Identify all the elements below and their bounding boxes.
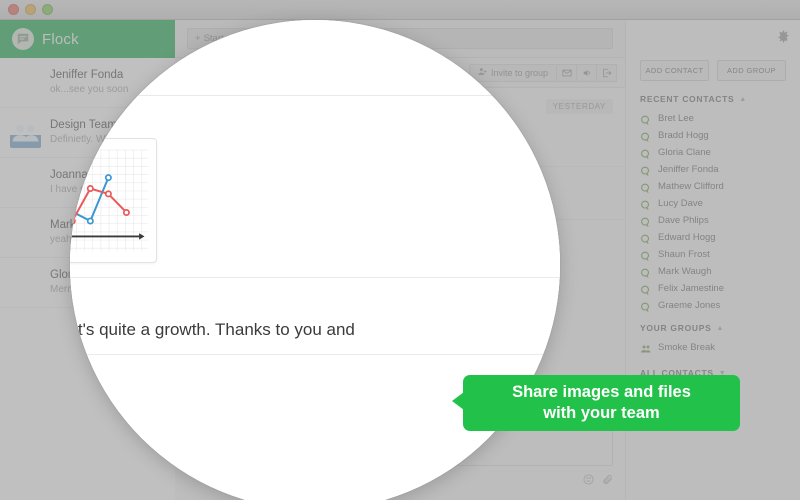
- contact-name: Dave Phlips: [658, 215, 709, 226]
- message-text: Wow! That's quite a growth. Thanks to yo…: [70, 320, 355, 339]
- speech-bubble-icon: [640, 181, 651, 193]
- list-item[interactable]: Shaun Frost: [626, 246, 800, 263]
- callout-line-1: Share images and files: [512, 383, 691, 401]
- chevron-up-icon: ▲: [739, 95, 747, 103]
- avatar: [10, 267, 41, 298]
- minimize-button[interactable]: [25, 4, 36, 15]
- right-sidebar-top: [626, 20, 800, 58]
- list-item[interactable]: Gloria Clane: [626, 144, 800, 161]
- list-item[interactable]: Smoke Break: [626, 339, 800, 356]
- speech-bubble-icon: [640, 130, 651, 142]
- close-button[interactable]: [8, 4, 19, 15]
- list-item[interactable]: Graeme Jones: [626, 297, 800, 314]
- add-contact-button[interactable]: ADD CONTACT: [640, 60, 709, 81]
- section-header-recent-contacts[interactable]: RECENT CONTACTS ▲: [626, 91, 800, 110]
- contact-name: Lucy Dave: [658, 198, 703, 209]
- list-item[interactable]: Jeniffer Fonda: [626, 161, 800, 178]
- your-groups-list[interactable]: Smoke Break: [626, 339, 800, 356]
- list-item[interactable]: Felix Jamestine: [626, 280, 800, 297]
- chevron-up-icon: ▲: [716, 324, 724, 332]
- recent-contacts-list[interactable]: Bret Lee Bradd Hogg Gloria Clane Jeniffer F…: [626, 110, 800, 314]
- zoom-top-snippet: en better than last year.: [70, 24, 186, 47]
- list-item[interactable]: Lucy Dave: [626, 195, 800, 212]
- contact-name: Gloria Clane: [658, 147, 711, 158]
- list-item[interactable]: Bret Lee: [626, 110, 800, 127]
- file-attachment-card[interactable]: sales_data... 320 KB: [70, 397, 99, 497]
- zoom-conversation-header: Invite to group: [70, 58, 560, 96]
- list-item[interactable]: Bradd Hogg: [626, 127, 800, 144]
- zoom-button[interactable]: [42, 4, 53, 15]
- section-title: YOUR GROUPS: [640, 323, 712, 333]
- contact-name: Shaun Frost: [658, 249, 710, 260]
- speech-bubble-icon: [640, 249, 651, 261]
- callout-tooltip: Share images and files with your team: [452, 375, 740, 431]
- speech-bubble-icon: [640, 266, 651, 278]
- attach-icon[interactable]: [602, 472, 613, 490]
- contact-name: Bradd Hogg: [658, 130, 709, 141]
- message-sender: Joanna: [70, 110, 157, 132]
- contact-name: Edward Hogg: [658, 232, 716, 243]
- list-item[interactable]: Edward Hogg: [626, 229, 800, 246]
- contact-name: Smoke Break: [658, 342, 716, 353]
- emoji-icon[interactable]: [583, 472, 594, 490]
- file-name: sales_data...: [70, 453, 86, 468]
- group-icon: [640, 342, 651, 353]
- add-group-button[interactable]: ADD GROUP: [717, 60, 786, 81]
- speech-bubble-icon: [640, 164, 651, 176]
- message-sender: Bradley: [70, 292, 355, 314]
- speech-bubble-icon: [640, 113, 651, 125]
- contact-name: Mathew Clifford: [658, 181, 724, 192]
- contact-name: Bret Lee: [658, 113, 694, 124]
- speech-bubble-icon: [640, 215, 651, 227]
- speech-bubble-icon: [640, 283, 651, 295]
- mail-icon[interactable]: [557, 63, 577, 82]
- contact-name: Felix Jamestine: [658, 283, 724, 294]
- right-sidebar-actions: ADD CONTACT ADD GROUP: [626, 58, 800, 91]
- window-titlebar: [0, 0, 800, 20]
- message-sender: Bradley: [70, 369, 99, 391]
- gear-icon[interactable]: [777, 30, 790, 48]
- section-title: RECENT CONTACTS: [640, 94, 735, 104]
- message-row: Bradley Wow! That's quite a growth. Than…: [70, 278, 560, 355]
- speech-bubble-icon: [640, 232, 651, 244]
- list-item[interactable]: Dave Phlips: [626, 212, 800, 229]
- section-header-your-groups[interactable]: YOUR GROUPS ▲: [626, 314, 800, 339]
- contact-name: Mark Waugh: [658, 266, 712, 277]
- list-item[interactable]: Mark Waugh: [626, 263, 800, 280]
- exit-icon[interactable]: [597, 63, 617, 82]
- avatar: [10, 167, 41, 198]
- message-row: Joanna: [70, 96, 560, 278]
- callout-line-2: with your team: [543, 404, 660, 422]
- contact-name: Jeniffer Fonda: [658, 164, 719, 175]
- chart-attachment[interactable]: [70, 138, 157, 263]
- speech-bubble-icon: [640, 300, 651, 312]
- avatar: [10, 217, 41, 248]
- list-item[interactable]: Mathew Clifford: [626, 178, 800, 195]
- avatar: [10, 117, 41, 148]
- speaker-icon[interactable]: [577, 63, 597, 82]
- avatar: [10, 67, 41, 98]
- flock-speech-bubble-logo-icon: [12, 28, 34, 50]
- speech-bubble-icon: [640, 147, 651, 159]
- contact-name: Graeme Jones: [658, 300, 721, 311]
- callout-tail: [452, 392, 464, 410]
- speech-bubble-icon: [640, 198, 651, 210]
